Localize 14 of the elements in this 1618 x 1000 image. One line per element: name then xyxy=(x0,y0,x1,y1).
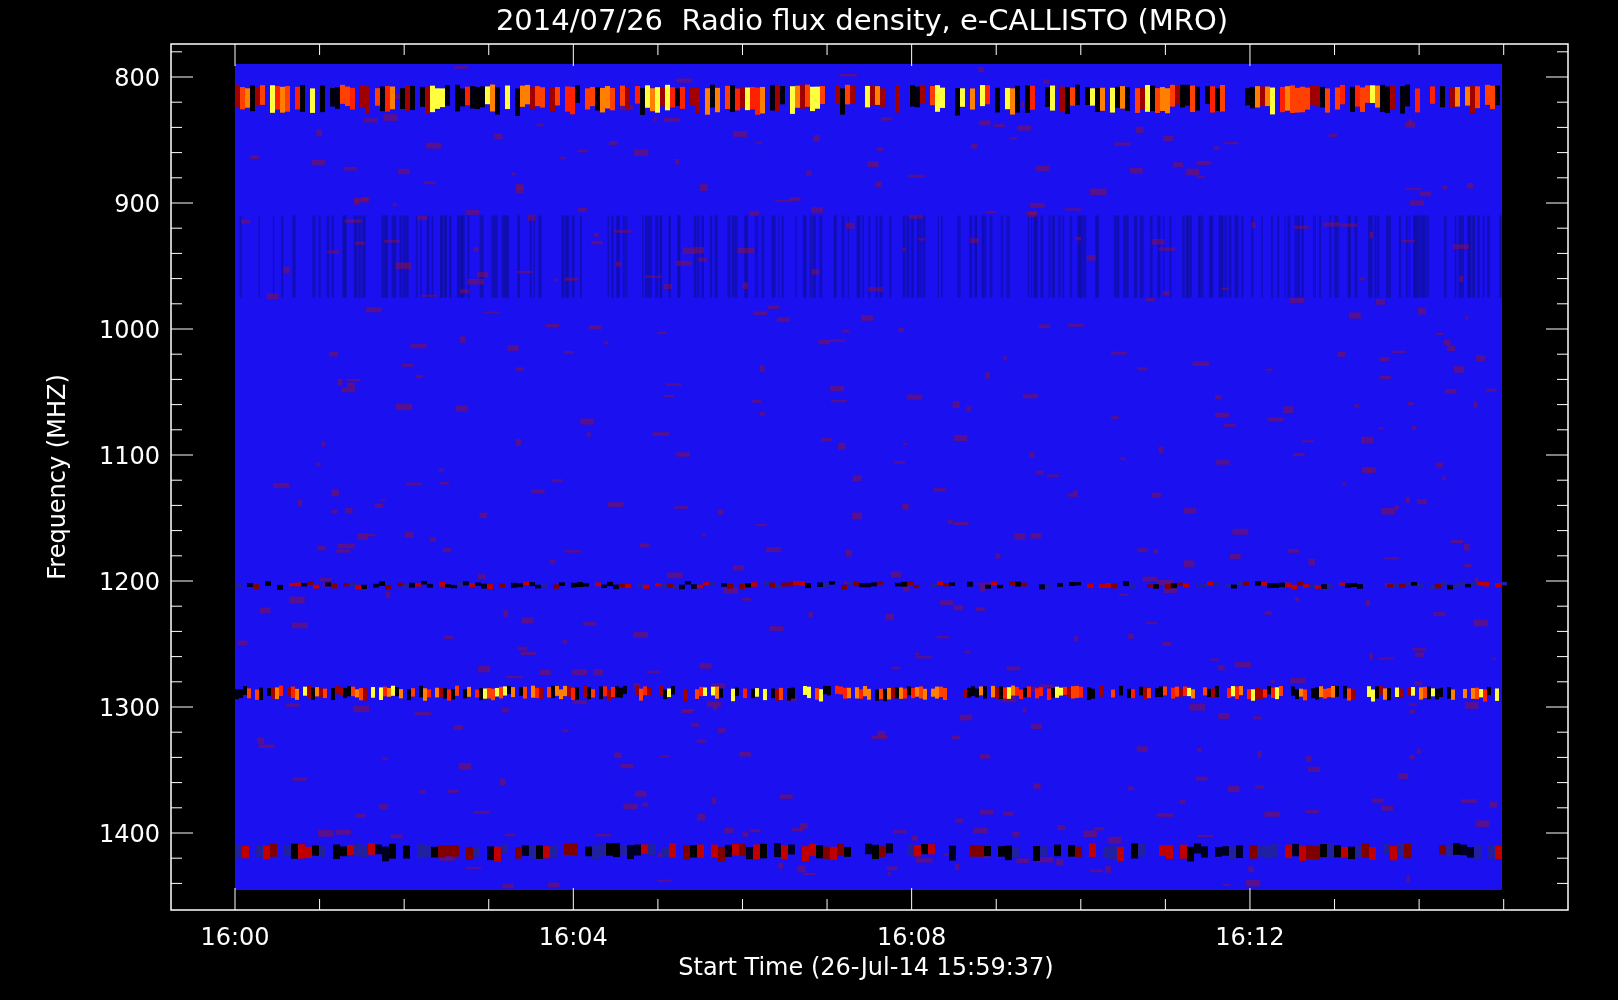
plot-title: 2014/07/26 Radio flux density, e-CALLISTO (MRO) xyxy=(495,3,1229,37)
tick-label: 900 xyxy=(114,190,160,218)
tick-label: 1100 xyxy=(98,442,160,470)
axis-label: Frequency (MHZ) xyxy=(43,374,71,580)
axis-label: Start Time (26-Jul-14 15:59:37) xyxy=(678,953,1054,981)
tick-label: 1300 xyxy=(98,694,160,722)
tick-label: 1200 xyxy=(98,568,160,596)
tick-label: 800 xyxy=(114,64,160,92)
tick-label: 1400 xyxy=(98,820,160,848)
tick-label: 16:00 xyxy=(200,923,270,951)
tick-label: 16:12 xyxy=(1215,923,1285,951)
tick-label: 16:04 xyxy=(538,923,608,951)
tick-label: 16:08 xyxy=(877,923,947,951)
tick-label: 1000 xyxy=(98,316,160,344)
